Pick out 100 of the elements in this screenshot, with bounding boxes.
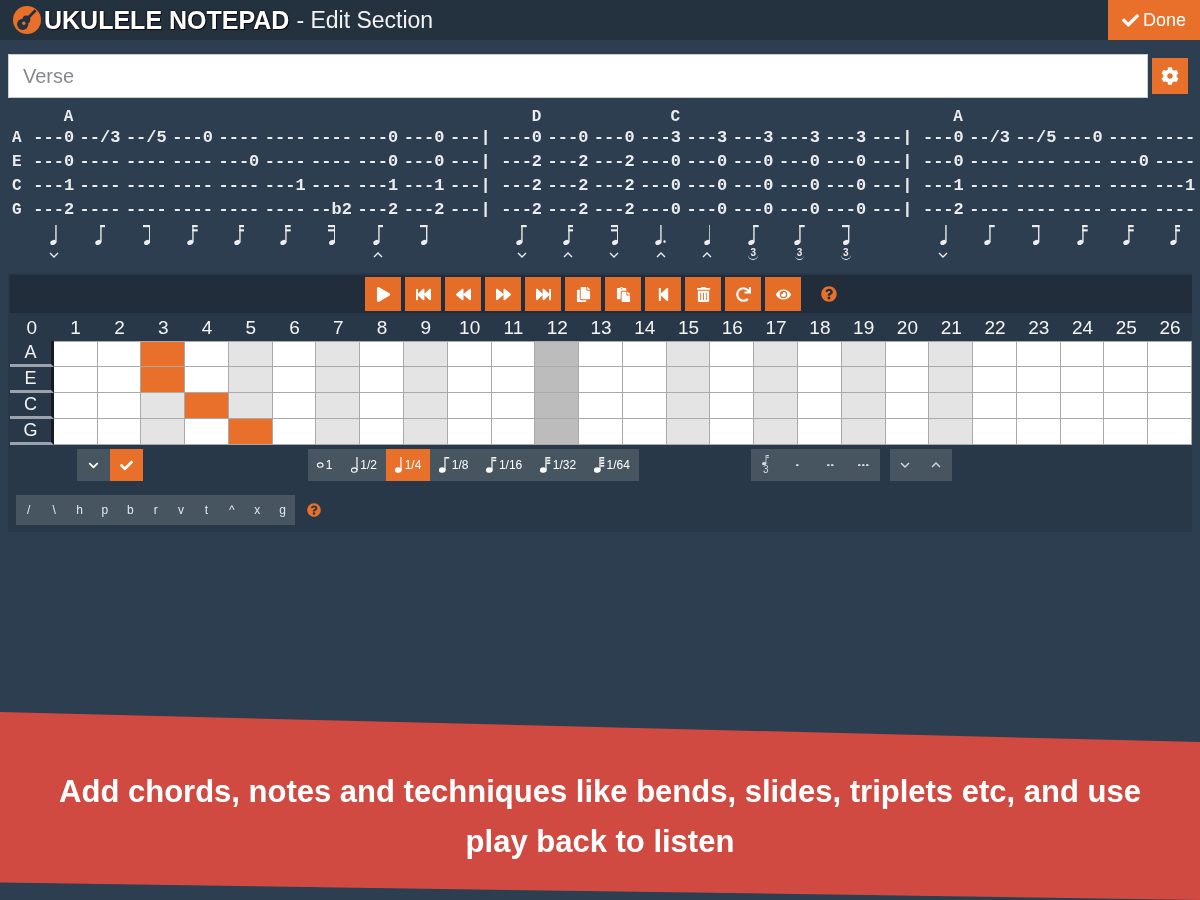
fret-cell[interactable] [185, 341, 229, 367]
fret-cell[interactable] [1060, 393, 1105, 419]
fret-cell[interactable] [141, 367, 186, 393]
technique-button[interactable]: r [142, 495, 169, 525]
paste-button[interactable] [605, 277, 641, 311]
fret-cell[interactable] [141, 341, 186, 367]
technique-button[interactable]: ^ [219, 495, 245, 525]
preview-button[interactable] [765, 277, 801, 311]
fret-cell[interactable] [841, 393, 886, 419]
fret-cell[interactable] [185, 393, 229, 419]
fret-cell[interactable] [798, 419, 842, 445]
fret-cell[interactable] [1104, 393, 1149, 419]
play-button[interactable] [365, 277, 401, 311]
fret-cell[interactable] [1016, 419, 1061, 445]
fret-cell[interactable] [929, 367, 974, 393]
fret-cell[interactable] [360, 341, 404, 367]
fret-cell[interactable] [53, 341, 98, 367]
note-length-button[interactable]: 1/2 [341, 449, 386, 481]
fret-cell[interactable] [1060, 367, 1105, 393]
fret-cell[interactable] [973, 419, 1017, 445]
fret-cell[interactable] [1148, 419, 1192, 445]
note-length-button[interactable]: 1/64 [585, 449, 639, 481]
note-length-button[interactable]: 1/8 [430, 449, 478, 481]
fret-cell[interactable] [97, 419, 142, 445]
fret-cell[interactable] [228, 367, 273, 393]
fret-cell[interactable] [579, 393, 623, 419]
fret-cell[interactable] [929, 341, 974, 367]
fret-cell[interactable] [272, 367, 317, 393]
step-back-button[interactable] [645, 277, 681, 311]
fret-cell[interactable] [272, 393, 317, 419]
fret-cell[interactable] [491, 341, 536, 367]
fret-cell[interactable] [754, 341, 798, 367]
technique-button[interactable]: g [269, 495, 296, 525]
fret-cell[interactable] [97, 367, 142, 393]
fret-cell[interactable] [579, 341, 623, 367]
fret-cell[interactable] [316, 367, 361, 393]
fret-cell[interactable] [622, 393, 667, 419]
fret-cell[interactable] [447, 367, 492, 393]
fret-cell[interactable] [447, 341, 492, 367]
fret-cell[interactable] [360, 367, 404, 393]
fret-cell[interactable] [841, 367, 886, 393]
fast-forward-button[interactable] [485, 277, 521, 311]
technique-button[interactable]: h [66, 495, 93, 525]
fret-cell[interactable] [1148, 367, 1192, 393]
technique-button[interactable]: x [244, 495, 270, 525]
fret-cell[interactable] [491, 393, 536, 419]
fret-cell[interactable] [885, 341, 930, 367]
fret-cell[interactable] [710, 367, 755, 393]
fret-cell[interactable] [53, 393, 98, 419]
fret-cell[interactable] [622, 419, 667, 445]
fret-cell[interactable] [973, 367, 1017, 393]
technique-button[interactable]: b [117, 495, 143, 525]
fret-cell[interactable] [666, 367, 711, 393]
fret-cell[interactable] [141, 419, 186, 445]
fret-cell[interactable] [710, 393, 755, 419]
fret-cell[interactable] [535, 419, 580, 445]
fret-cell[interactable] [1104, 341, 1149, 367]
fret-cell[interactable] [185, 367, 229, 393]
fret-cell[interactable] [622, 341, 667, 367]
fret-cell[interactable] [798, 341, 842, 367]
fret-cell[interactable] [885, 367, 930, 393]
technique-button[interactable]: \ [41, 495, 67, 525]
fret-cell[interactable] [404, 393, 448, 419]
settings-button[interactable] [1152, 58, 1188, 94]
fret-cell[interactable] [1060, 341, 1105, 367]
fret-cell[interactable] [97, 393, 142, 419]
fret-cell[interactable] [535, 341, 580, 367]
fret-cell[interactable] [710, 341, 755, 367]
note-length-button[interactable]: 1/16 [477, 449, 532, 481]
fret-cell[interactable] [841, 341, 886, 367]
skip-forward-button[interactable] [525, 277, 561, 311]
fret-cell[interactable] [535, 393, 580, 419]
fret-cell[interactable] [491, 367, 536, 393]
fret-cell[interactable] [929, 419, 974, 445]
technique-button[interactable]: v [168, 495, 194, 525]
fret-cell[interactable] [228, 419, 273, 445]
fret-cell[interactable] [885, 393, 930, 419]
fret-cell[interactable] [360, 419, 404, 445]
fret-cell[interactable] [973, 341, 1017, 367]
fret-cell[interactable] [141, 393, 186, 419]
fret-cell[interactable] [579, 419, 623, 445]
fret-cell[interactable] [622, 367, 667, 393]
fret-cell[interactable] [754, 367, 798, 393]
fret-cell[interactable] [666, 341, 711, 367]
fret-cell[interactable] [97, 341, 142, 367]
technique-button[interactable]: t [193, 495, 220, 525]
skip-back-button[interactable] [405, 277, 441, 311]
rewind-button[interactable] [445, 277, 481, 311]
fret-cell[interactable] [1060, 419, 1105, 445]
fret-cell[interactable] [1148, 393, 1192, 419]
fret-cell[interactable] [579, 367, 623, 393]
fret-cell[interactable] [404, 367, 448, 393]
fret-cell[interactable] [1016, 367, 1061, 393]
confirm-button[interactable] [110, 449, 143, 481]
fret-cell[interactable] [447, 393, 492, 419]
fret-cell[interactable] [1104, 367, 1149, 393]
fret-cell[interactable] [798, 367, 842, 393]
note-length-button[interactable]: 1/32 [531, 449, 586, 481]
fret-cell[interactable] [1016, 341, 1061, 367]
fret-cell[interactable] [316, 393, 361, 419]
